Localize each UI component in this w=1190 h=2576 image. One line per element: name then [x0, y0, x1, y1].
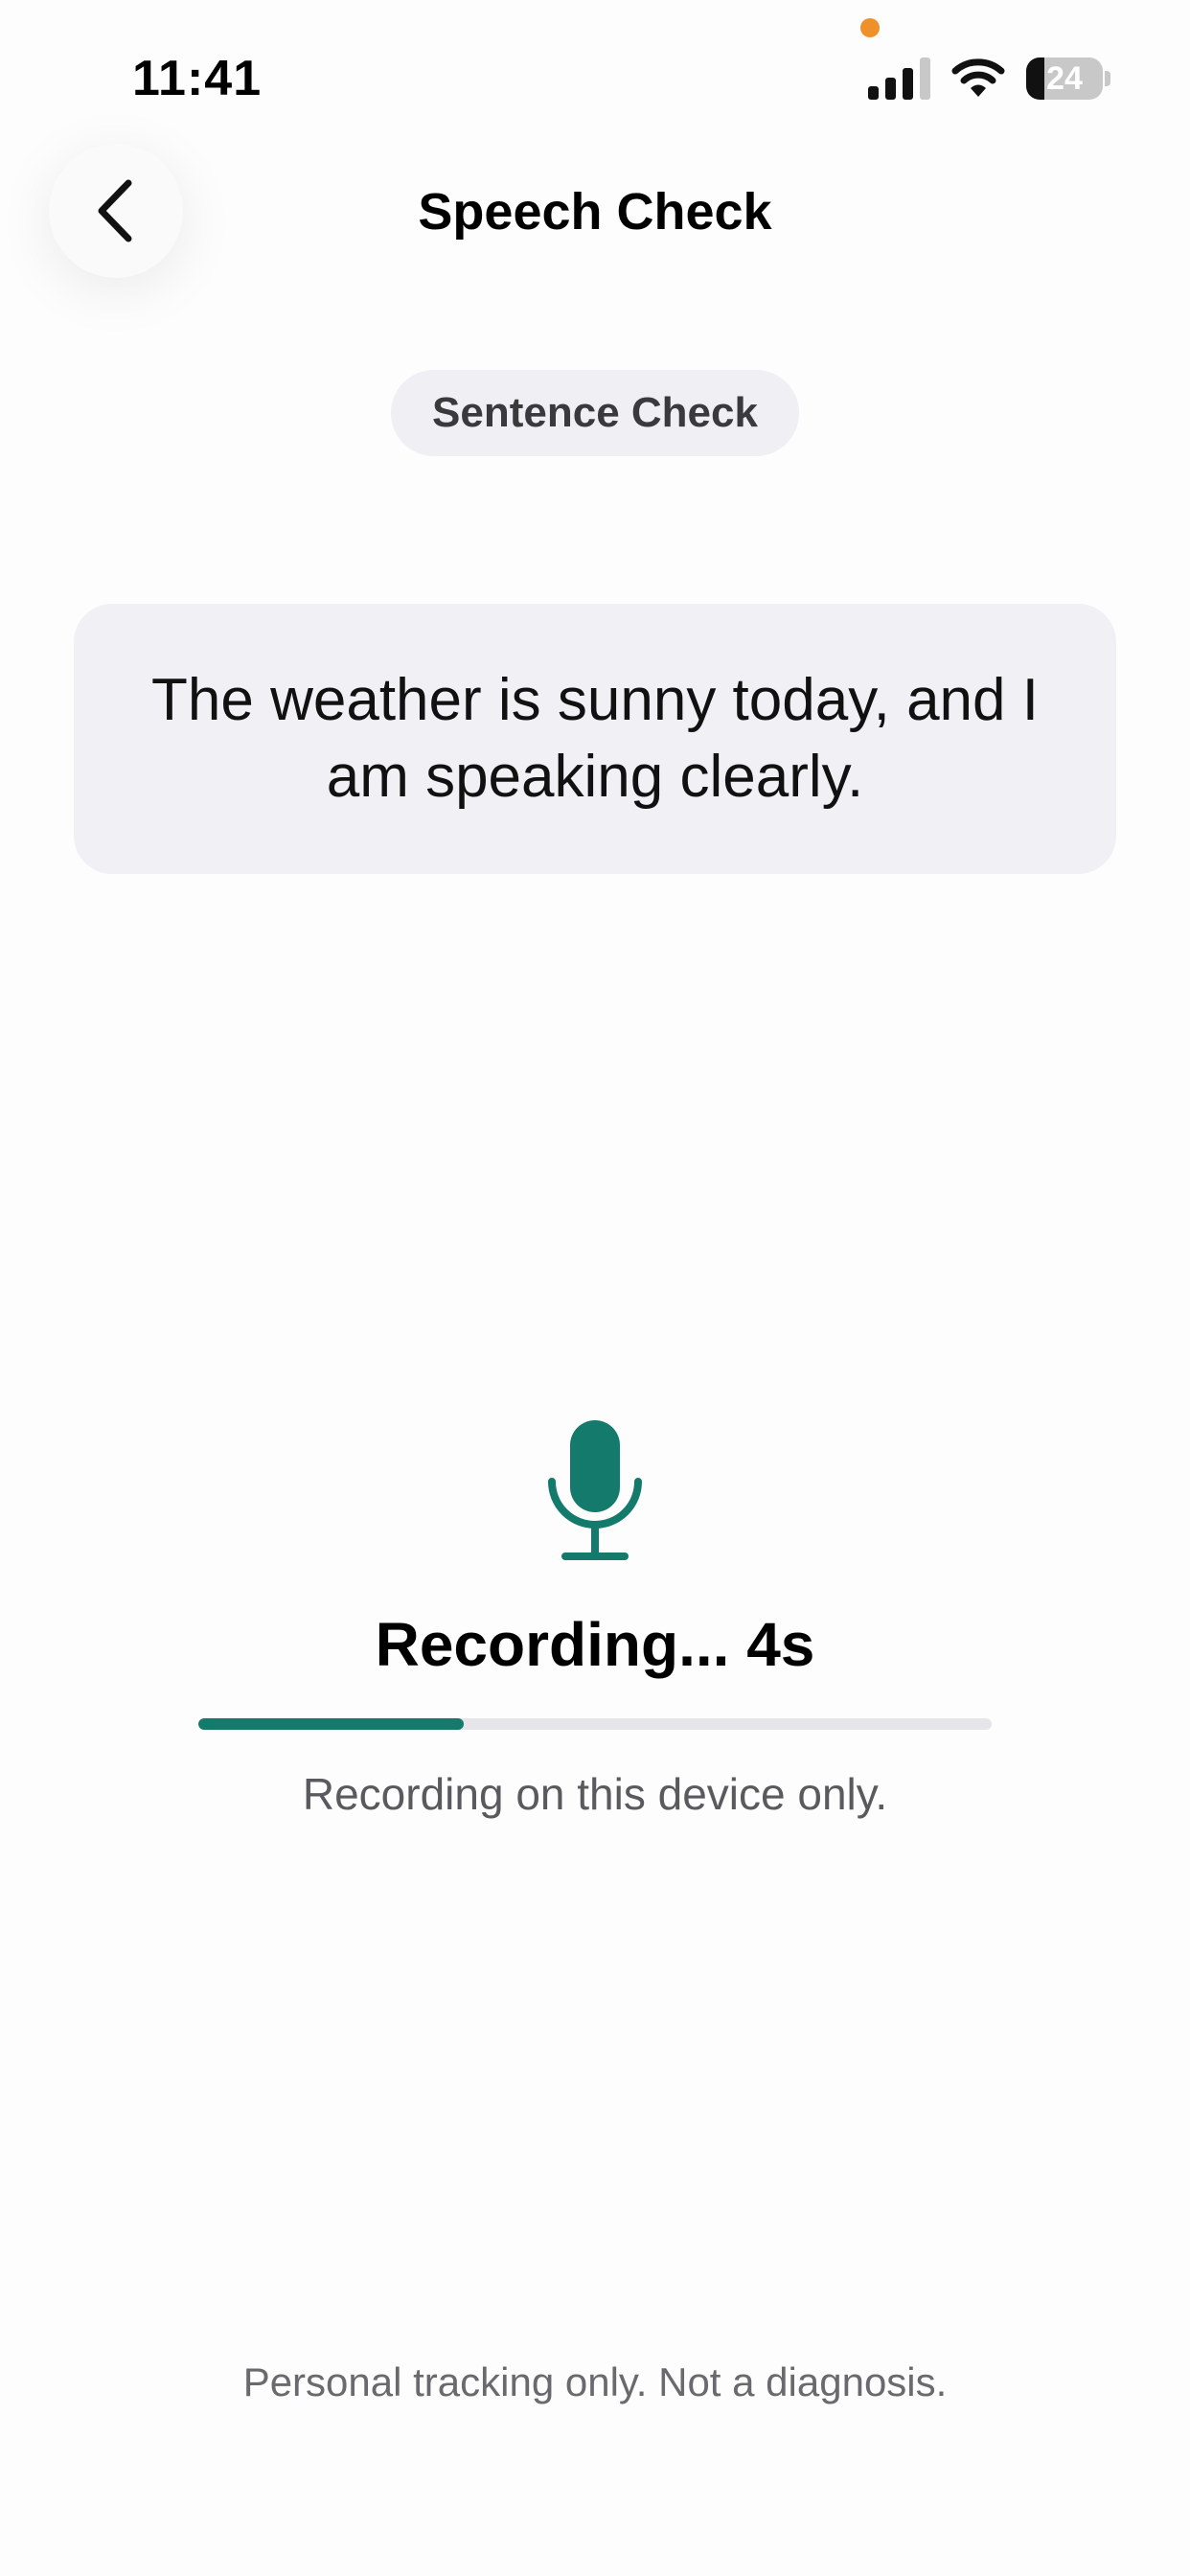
recording-progress-bar: [198, 1718, 992, 1730]
sentence-text: The weather is sunny today, and I am spe…: [151, 667, 1039, 810]
battery-body: 24: [1026, 58, 1103, 100]
microphone-icon: [548, 1420, 642, 1560]
sentence-card: The weather is sunny today, and I am spe…: [74, 604, 1116, 874]
speech-check-screen: 11:41 24 Speech Check Sentence Check The…: [0, 0, 1190, 2576]
on-device-note: Recording on this device only.: [302, 1769, 888, 1819]
mode-chip: Sentence Check: [391, 370, 799, 456]
battery-level: 24: [1046, 60, 1083, 97]
page-title: Speech Check: [418, 183, 772, 241]
disclaimer-text: Personal tracking only. Not a diagnosis.: [242, 2359, 948, 2404]
recording-status: Recording... 4s: [375, 1610, 815, 1679]
recording-progress-fill: [198, 1718, 465, 1730]
status-time: 11:41: [132, 51, 263, 106]
cellular-signal-icon: [868, 58, 930, 100]
battery-icon: 24: [1026, 58, 1110, 100]
privacy-indicator-dot: [860, 18, 880, 37]
battery-cap: [1105, 71, 1110, 86]
wifi-icon: [951, 58, 1005, 97]
